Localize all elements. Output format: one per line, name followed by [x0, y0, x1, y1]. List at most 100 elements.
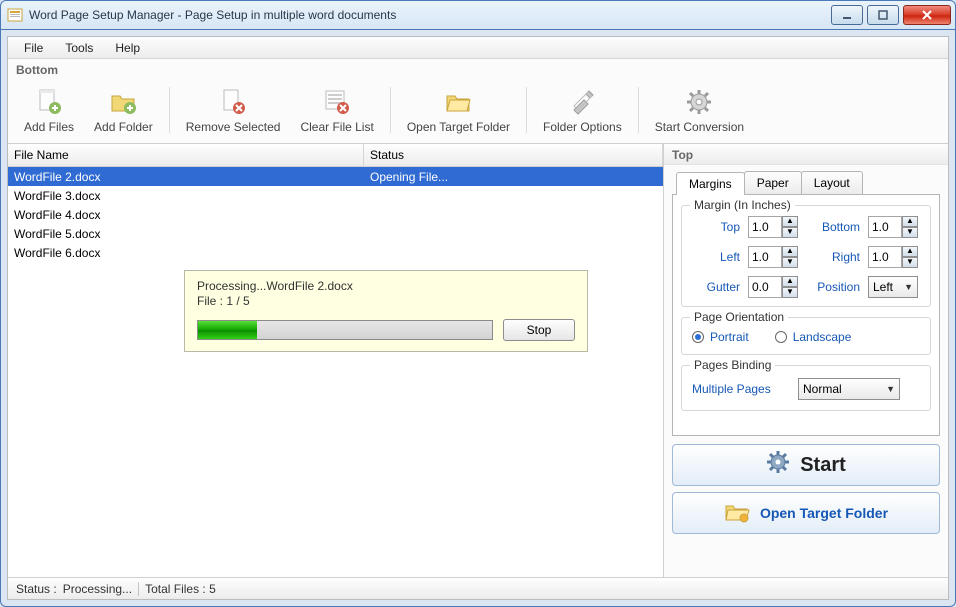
spin-right[interactable]: ▲▼ [868, 246, 924, 268]
open-target-folder-button[interactable]: Open Target Folder [399, 84, 518, 136]
tools-icon [566, 86, 598, 118]
toolbar-label: Start Conversion [655, 120, 744, 134]
label-gutter: Gutter [694, 280, 742, 294]
tab-layout[interactable]: Layout [801, 171, 863, 194]
label-bottom: Bottom [810, 220, 862, 234]
main-split: File Name Status WordFile 2.docx Opening… [8, 143, 948, 577]
gear-icon [683, 86, 715, 118]
tab-margins[interactable]: Margins [676, 172, 745, 195]
window-frame: File Tools Help Bottom Add Files Add Fol… [0, 30, 956, 607]
cell-filename: WordFile 2.docx [8, 170, 364, 184]
add-files-button[interactable]: Add Files [16, 84, 82, 136]
clear-file-list-button[interactable]: Clear File List [292, 84, 381, 136]
start-button-label: Start [800, 454, 846, 477]
table-row[interactable]: WordFile 5.docx [8, 224, 663, 243]
cell-filename: WordFile 4.docx [8, 208, 364, 222]
cell-filename: WordFile 3.docx [8, 189, 364, 203]
margin-group: Margin (In Inches) Top ▲▼ Bottom ▲▼ Left… [681, 205, 931, 307]
progress-dialog: Processing...WordFile 2.docx File : 1 / … [184, 270, 588, 352]
toolbar-separator [169, 87, 170, 133]
spin-gutter[interactable]: ▲▼ [748, 276, 804, 298]
add-folder-button[interactable]: Add Folder [86, 84, 161, 136]
label-top: Top [694, 220, 742, 234]
settings-section-label: Top [664, 144, 948, 165]
table-body: WordFile 2.docx Opening File... WordFile… [8, 167, 663, 577]
file-list-pane: File Name Status WordFile 2.docx Opening… [8, 144, 664, 577]
input-right[interactable] [868, 246, 902, 268]
toolbar-separator [390, 87, 391, 133]
table-row[interactable]: WordFile 3.docx [8, 186, 663, 205]
input-gutter[interactable] [748, 276, 782, 298]
window-controls [827, 5, 951, 25]
radio-portrait-label: Portrait [710, 330, 749, 344]
file-remove-icon [217, 86, 249, 118]
table-row[interactable]: WordFile 4.docx [8, 205, 663, 224]
menu-file[interactable]: File [14, 39, 53, 57]
spin-up-icon[interactable]: ▲ [902, 216, 918, 227]
spin-bottom[interactable]: ▲▼ [868, 216, 924, 238]
select-position[interactable]: Left ▼ [868, 276, 918, 298]
select-multiple-pages-value: Normal [803, 382, 842, 396]
table-row[interactable]: WordFile 2.docx Opening File... [8, 167, 663, 186]
input-top[interactable] [748, 216, 782, 238]
minimize-button[interactable] [831, 5, 863, 25]
tab-paper[interactable]: Paper [744, 171, 802, 194]
stop-button[interactable]: Stop [503, 319, 575, 341]
start-button[interactable]: Start [672, 444, 940, 486]
client-area: File Tools Help Bottom Add Files Add Fol… [7, 36, 949, 600]
radio-landscape[interactable]: Landscape [775, 330, 852, 344]
status-processing: Processing... [63, 582, 132, 596]
start-conversion-button[interactable]: Start Conversion [647, 84, 752, 136]
cell-filename: WordFile 5.docx [8, 227, 364, 241]
label-right: Right [810, 250, 862, 264]
spin-up-icon[interactable]: ▲ [902, 246, 918, 257]
toolbar-label: Clear File List [300, 120, 373, 134]
toolbar: Add Files Add Folder Remove Selected Cle… [8, 77, 948, 143]
action-buttons: Start Open Target Folder [672, 444, 940, 534]
statusbar-separator [138, 582, 139, 596]
settings-pane: Top Margins Paper Layout Margin (In Inch… [664, 144, 948, 577]
menu-tools[interactable]: Tools [55, 39, 103, 57]
spin-up-icon[interactable]: ▲ [782, 276, 798, 287]
progress-fill [198, 321, 257, 339]
col-status[interactable]: Status [364, 144, 663, 166]
spin-down-icon[interactable]: ▼ [782, 227, 798, 238]
status-label: Status : [16, 582, 57, 596]
input-bottom[interactable] [868, 216, 902, 238]
spin-down-icon[interactable]: ▼ [902, 257, 918, 268]
spin-down-icon[interactable]: ▼ [782, 257, 798, 268]
chevron-down-icon: ▼ [904, 282, 913, 292]
toolbar-label: Open Target Folder [407, 120, 510, 134]
spin-down-icon[interactable]: ▼ [782, 287, 798, 298]
select-multiple-pages[interactable]: Normal▼ [798, 378, 900, 400]
close-button[interactable] [903, 5, 951, 25]
input-left[interactable] [748, 246, 782, 268]
spin-down-icon[interactable]: ▼ [902, 227, 918, 238]
table-row[interactable]: WordFile 6.docx [8, 243, 663, 262]
list-clear-icon [321, 86, 353, 118]
toolbar-separator [526, 87, 527, 133]
toolbar-label: Add Folder [94, 120, 153, 134]
tab-page-margins: Margin (In Inches) Top ▲▼ Bottom ▲▼ Left… [672, 194, 940, 436]
menu-help[interactable]: Help [105, 39, 150, 57]
select-position-value: Left [873, 280, 893, 294]
spin-top[interactable]: ▲▼ [748, 216, 804, 238]
progress-line2: File : 1 / 5 [197, 294, 575, 309]
orientation-group: Page Orientation Portrait Landscape [681, 317, 931, 355]
menubar: File Tools Help [8, 37, 948, 59]
statusbar: Status : Processing... Total Files : 5 [8, 577, 948, 599]
remove-selected-button[interactable]: Remove Selected [178, 84, 289, 136]
status-total-files: Total Files : 5 [145, 582, 216, 596]
folder-options-button[interactable]: Folder Options [535, 84, 630, 136]
spin-up-icon[interactable]: ▲ [782, 216, 798, 227]
spin-left[interactable]: ▲▼ [748, 246, 804, 268]
col-filename[interactable]: File Name [8, 144, 364, 166]
maximize-button[interactable] [867, 5, 899, 25]
spin-up-icon[interactable]: ▲ [782, 246, 798, 257]
folder-add-icon [107, 86, 139, 118]
window-title: Word Page Setup Manager - Page Setup in … [29, 8, 827, 22]
radio-portrait[interactable]: Portrait [692, 330, 749, 344]
toolbar-label: Folder Options [543, 120, 622, 134]
binding-legend: Pages Binding [690, 358, 775, 372]
open-target-folder-big-button[interactable]: Open Target Folder [672, 492, 940, 534]
